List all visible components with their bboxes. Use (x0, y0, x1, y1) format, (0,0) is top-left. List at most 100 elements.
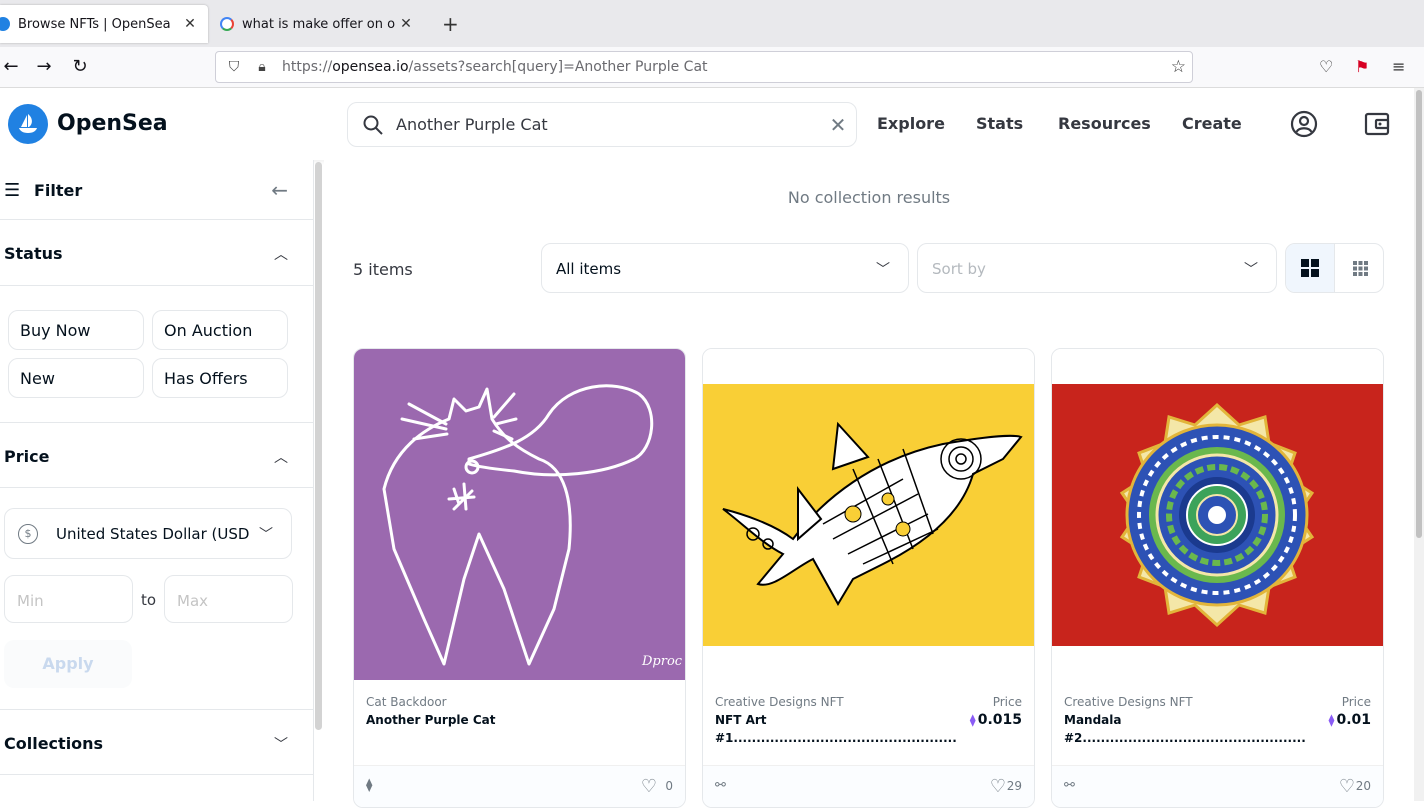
status-section-header[interactable]: Status ︿ (0, 220, 313, 286)
ethereum-icon: ⧫ (969, 713, 976, 727)
small-grid-button[interactable] (1336, 244, 1383, 292)
card-collection[interactable]: Creative Designs NFT (1064, 695, 1193, 709)
tab-opensea[interactable]: Browse NFTs | OpenSea ✕ (0, 5, 208, 43)
browser-nav-bar: ← → ↻ ⛉ 🔒︎ https://opensea.io/assets?sea… (0, 47, 1424, 88)
items-filter-value: All items (556, 260, 622, 278)
price-max-input[interactable]: Max (164, 575, 293, 623)
wallet-icon[interactable] (1363, 110, 1391, 138)
status-buy-now-button[interactable]: Buy Now (8, 310, 144, 350)
opensea-logo-icon[interactable] (8, 104, 48, 144)
card-price: ⧫ 0.015 (969, 712, 1022, 728)
nft-card[interactable]: Creative Designs NFT NFT Art #1.........… (702, 348, 1035, 808)
chevron-down-icon: ﹀ (1244, 262, 1258, 278)
collapse-sidebar-icon[interactable]: ← (271, 178, 288, 202)
dollar-icon: $ (18, 524, 38, 544)
chevron-up-icon[interactable]: ︿ (274, 244, 288, 264)
large-grid-icon (1301, 259, 1319, 277)
back-icon[interactable]: ← (0, 56, 22, 78)
bookmark-star-icon[interactable]: ☆ (1171, 57, 1186, 77)
card-name[interactable]: NFT Art (715, 713, 767, 727)
nav-explore[interactable]: Explore (877, 114, 945, 133)
chevron-up-icon[interactable]: ︿ (274, 447, 288, 467)
nft-card[interactable]: Dproc Cat Backdoor Another Purple Cat ⧫ … (353, 348, 686, 808)
sort-by-dropdown[interactable]: Sort by ﹀ (917, 243, 1277, 293)
status-has-offers-button[interactable]: Has Offers (152, 358, 288, 398)
nft-image-purple-cat[interactable]: Dproc (354, 349, 685, 680)
status-new-button[interactable]: New (8, 358, 144, 398)
price-title: Price (4, 447, 50, 466)
no-collection-results: No collection results (787, 188, 951, 207)
apply-price-button[interactable]: Apply (4, 640, 132, 688)
nft-image-mandala[interactable] (1052, 349, 1383, 680)
nav-stats[interactable]: Stats (976, 114, 1023, 133)
collections-section-header[interactable]: Collections ﹀ (0, 709, 313, 775)
card-name[interactable]: Mandala (1064, 713, 1121, 727)
nav-create[interactable]: Create (1182, 114, 1242, 133)
page-scrollbar[interactable] (1414, 88, 1424, 801)
page-scrollbar-thumb[interactable] (1416, 90, 1422, 538)
close-tab-icon[interactable]: ✕ (180, 16, 200, 32)
forward-icon[interactable]: → (33, 56, 55, 78)
card-footer: ⧫ ♡ 0 (354, 765, 685, 807)
search-bar[interactable]: Another Purple Cat ✕ (347, 102, 857, 147)
card-collection[interactable]: Cat Backdoor (366, 695, 447, 709)
tab-title: Browse NFTs | OpenSea (18, 16, 171, 32)
status-title: Status (4, 244, 63, 263)
lock-icon[interactable]: 🔒︎ (252, 59, 272, 75)
account-icon[interactable] (1290, 110, 1318, 138)
shield-icon[interactable]: ⛉ (224, 59, 244, 75)
items-filter-dropdown[interactable]: All items ﹀ (541, 243, 909, 293)
url-text[interactable]: https://opensea.io/assets?search[query]=… (282, 59, 708, 75)
close-tab-icon[interactable]: ✕ (396, 16, 416, 32)
heart-icon[interactable]: ♡ (990, 776, 1006, 797)
pocket-icon[interactable]: ♡ (1319, 57, 1333, 76)
ethereum-icon: ⧫ (1328, 713, 1335, 727)
price-label: Price (1341, 695, 1371, 709)
card-name-continued[interactable]: #1......................................… (715, 731, 957, 745)
sidebar-scrollbar[interactable] (315, 162, 322, 730)
heart-icon[interactable]: ♡ (641, 776, 657, 797)
link-icon: ⚯ (1064, 778, 1075, 793)
filter-header: ☰ Filter ← (0, 160, 313, 220)
sort-by-placeholder: Sort by (932, 260, 986, 278)
like-count: 20 (1355, 779, 1371, 793)
card-footer: ⚯ ♡ 20 (1052, 765, 1383, 807)
heart-icon[interactable]: ♡ (1339, 776, 1355, 797)
collections-title: Collections (4, 734, 104, 753)
price-min-input[interactable]: Min (4, 575, 133, 623)
site-header: OpenSea Another Purple Cat ✕ Explore Sta… (0, 88, 1414, 160)
filter-label: Filter (34, 181, 83, 200)
logo-text[interactable]: OpenSea (57, 111, 168, 136)
menu-icon[interactable]: ≡ (1392, 57, 1405, 76)
price-section-header[interactable]: Price ︿ (0, 422, 313, 488)
status-on-auction-button[interactable]: On Auction (152, 310, 288, 350)
chevron-down-icon: ﹀ (259, 527, 273, 543)
browser-tab-bar: Browse NFTs | OpenSea ✕ what is make off… (0, 0, 1424, 47)
nft-card[interactable]: Creative Designs NFT Mandala #2.........… (1051, 348, 1384, 808)
currency-select[interactable]: $ United States Dollar (USD ﹀ (4, 508, 292, 559)
extension-icon[interactable]: ⚑ (1355, 57, 1369, 76)
tab-title: what is make offer on open (242, 16, 396, 32)
card-footer: ⚯ ♡ 29 (703, 765, 1034, 807)
google-favicon-icon (220, 17, 234, 31)
new-tab-icon[interactable]: + (442, 12, 459, 36)
card-collection[interactable]: Creative Designs NFT (715, 695, 844, 709)
grid-size-toggle (1285, 243, 1384, 293)
reload-icon[interactable]: ↻ (69, 56, 91, 78)
tab-google-search[interactable]: what is make offer on open ✕ (212, 5, 424, 43)
clear-search-icon[interactable]: ✕ (820, 113, 856, 137)
nav-resources[interactable]: Resources (1058, 114, 1151, 133)
chevron-down-icon[interactable]: ﹀ (274, 734, 288, 754)
search-input[interactable]: Another Purple Cat (396, 115, 820, 134)
ethereum-icon: ⧫ (366, 778, 373, 793)
card-name[interactable]: Another Purple Cat (366, 713, 496, 727)
nft-image-shark[interactable] (703, 349, 1034, 680)
like-count: 29 (1006, 779, 1022, 793)
item-count: 5 items (353, 260, 413, 279)
large-grid-button[interactable] (1286, 244, 1335, 292)
small-grid-icon (1353, 261, 1368, 276)
address-bar[interactable]: ⛉ 🔒︎ https://opensea.io/assets?search[qu… (215, 51, 1193, 83)
card-name-continued[interactable]: #2......................................… (1064, 731, 1306, 745)
chevron-down-icon: ﹀ (876, 262, 890, 278)
like-count: 0 (665, 779, 673, 793)
